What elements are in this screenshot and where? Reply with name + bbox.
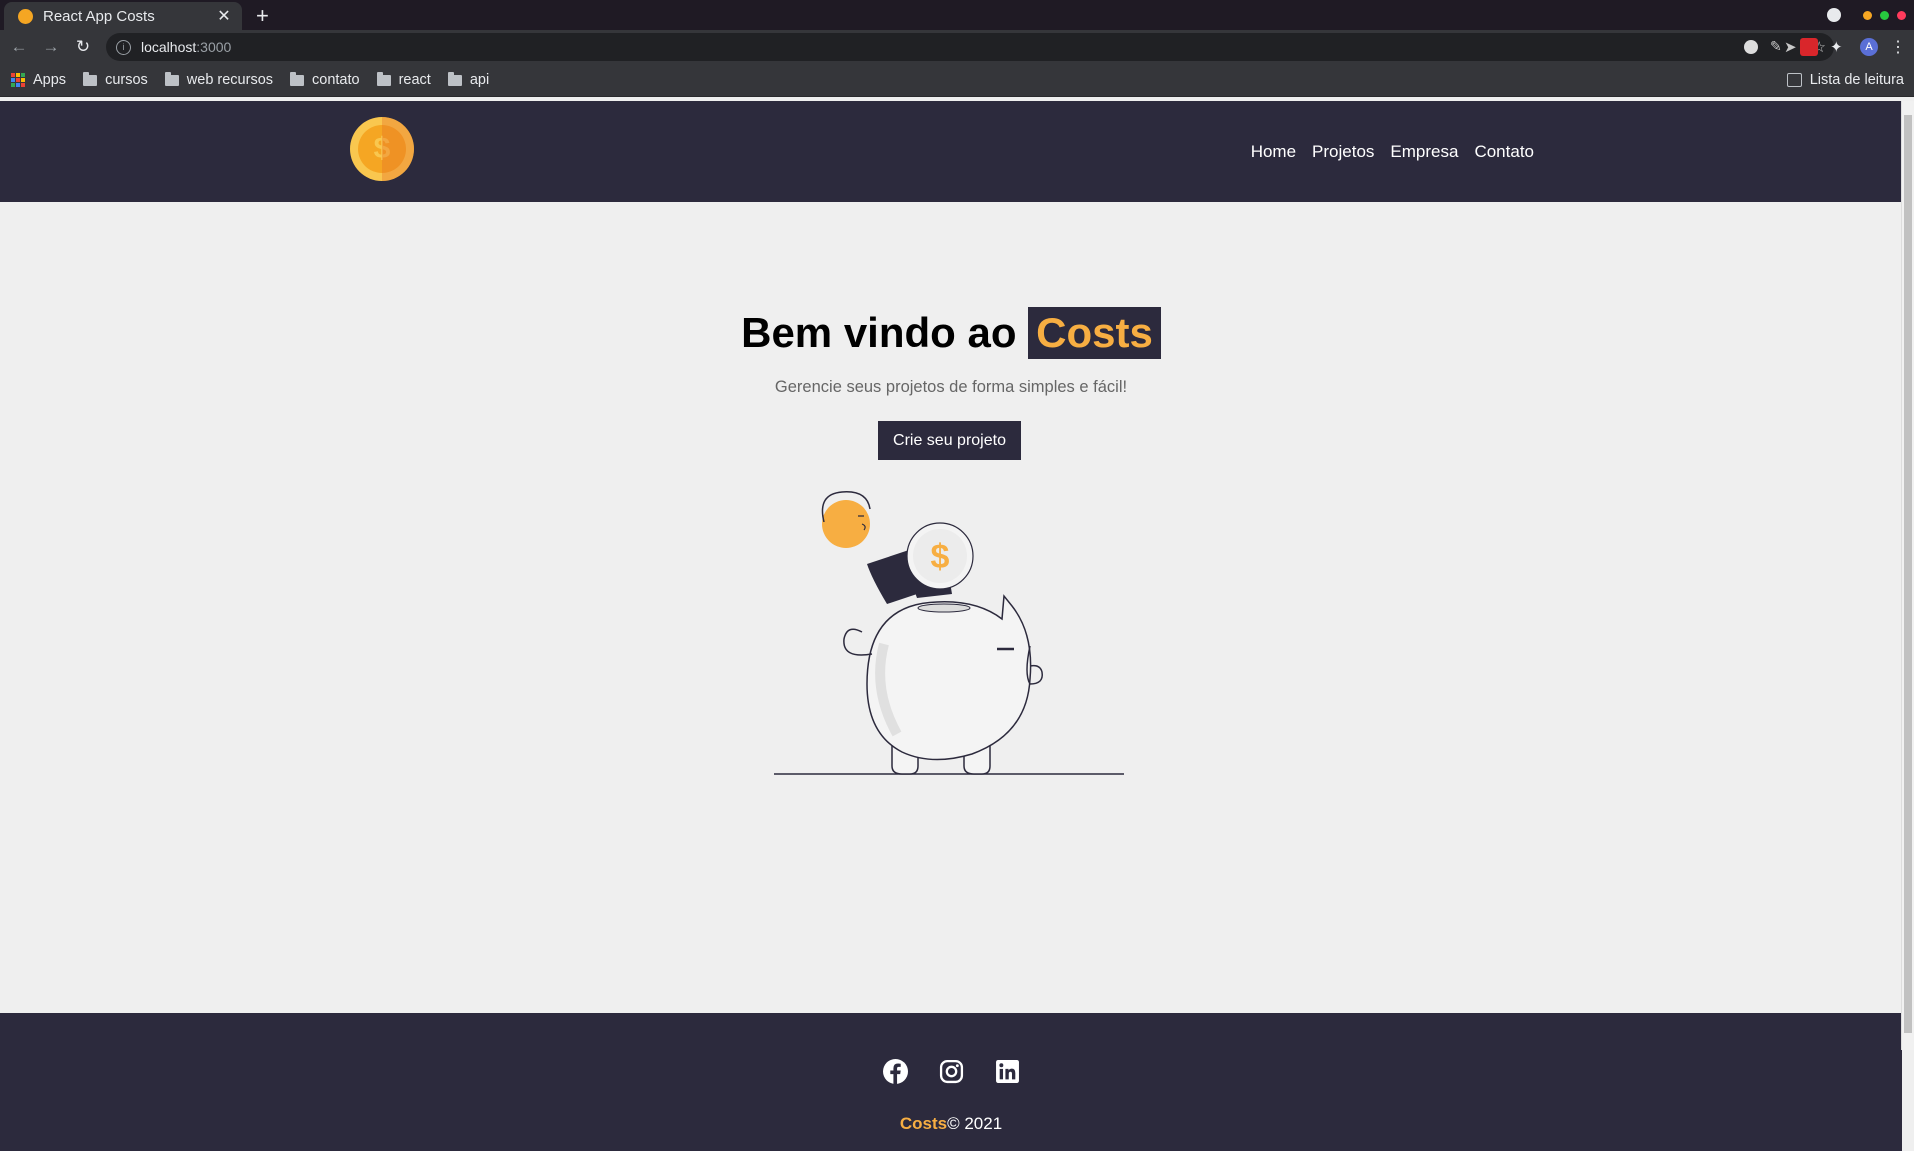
- close-tab-icon[interactable]: ✕: [216, 6, 232, 26]
- window-controls: [1827, 8, 1906, 22]
- reading-list-label: Lista de leitura: [1809, 72, 1904, 88]
- bookmark-web-recursos[interactable]: web recursos: [164, 71, 274, 88]
- folder-icon: [83, 71, 98, 86]
- site-header: $ Home Projetos Empresa Contato: [0, 101, 1902, 202]
- bookmark-label: api: [469, 72, 490, 88]
- folder-icon: [290, 71, 305, 86]
- site-footer: Costs© 2021: [0, 1013, 1902, 1151]
- bookmarks-bar: Apps cursos web recursos contato react a…: [0, 64, 1914, 97]
- close-window-icon[interactable]: [1897, 10, 1906, 20]
- bookmark-label: Apps: [33, 72, 67, 88]
- bookmark-cursos[interactable]: cursos: [83, 71, 148, 88]
- new-tab-button[interactable]: +: [256, 3, 269, 29]
- main-nav: Home Projetos Empresa Contato: [1251, 101, 1534, 202]
- bookmark-label: react: [398, 72, 431, 88]
- reload-icon[interactable]: ↻: [67, 37, 99, 57]
- instagram-icon[interactable]: [939, 1059, 964, 1084]
- create-project-button[interactable]: Crie seu projeto: [878, 421, 1021, 460]
- dollar-coin-icon: $: [358, 125, 406, 173]
- address-bar[interactable]: i localhost:3000 ➤ ☆: [106, 33, 1834, 61]
- url-host: localhost: [141, 39, 197, 55]
- page-content: $ Home Projetos Empresa Contato Bem vind…: [0, 101, 1902, 1151]
- apps-grid-icon: [11, 73, 25, 87]
- copyright-year: © 2021: [947, 1114, 1003, 1133]
- nav-contato[interactable]: Contato: [1474, 142, 1534, 162]
- piggy-bank-illustration: $: [774, 491, 1124, 775]
- hero-section: Bem vindo ao Costs Gerencie seus projeto…: [0, 202, 1902, 912]
- extension-icon[interactable]: [1744, 40, 1758, 54]
- puzzle-icon[interactable]: ✦: [1830, 38, 1848, 56]
- copyright: Costs© 2021: [0, 1114, 1902, 1134]
- page-title: Bem vindo ao Costs: [0, 307, 1902, 359]
- bookmark-api[interactable]: api: [447, 71, 490, 88]
- bookmark-apps[interactable]: Apps: [11, 72, 66, 88]
- nav-empresa[interactable]: Empresa: [1390, 142, 1458, 162]
- nav-projetos[interactable]: Projetos: [1312, 142, 1374, 162]
- nav-home[interactable]: Home: [1251, 142, 1296, 162]
- reading-list-icon: [1786, 73, 1802, 87]
- forward-icon[interactable]: →: [35, 37, 67, 57]
- title-brand: Costs: [1028, 307, 1161, 359]
- hero-subtitle: Gerencie seus projetos de forma simples …: [774, 378, 1128, 396]
- favicon-icon: [18, 8, 33, 24]
- bookmark-react[interactable]: react: [376, 71, 431, 88]
- red-extension-icon[interactable]: [1800, 38, 1818, 56]
- profile-avatar[interactable]: A: [1860, 38, 1878, 56]
- reading-list-button[interactable]: Lista de leitura: [1786, 72, 1904, 88]
- social-links: [0, 1059, 1902, 1084]
- bookmark-label: web recursos: [186, 72, 274, 88]
- facebook-icon[interactable]: [882, 1059, 908, 1084]
- browser-tab[interactable]: React App Costs ✕: [4, 2, 242, 30]
- maximize-icon[interactable]: [1880, 10, 1889, 20]
- folder-icon: [164, 71, 179, 86]
- menu-kebab-icon[interactable]: ⋮: [1890, 37, 1906, 57]
- pen-extension-icon[interactable]: ✎: [1770, 38, 1788, 56]
- bookmark-contato[interactable]: contato: [290, 71, 360, 88]
- site-info-icon[interactable]: i: [116, 39, 131, 55]
- folder-icon: [376, 71, 391, 86]
- browser-toolbar: ← → ↻ i localhost:3000 ➤ ☆ ✎ ✦ A ⋮: [0, 30, 1914, 64]
- bookmark-label: contato: [312, 72, 360, 88]
- url-port: :3000: [196, 39, 232, 55]
- linkedin-icon[interactable]: [995, 1059, 1020, 1084]
- tab-search-icon[interactable]: [1827, 8, 1841, 22]
- tab-title: React App Costs: [43, 7, 155, 25]
- back-icon[interactable]: ←: [3, 37, 35, 57]
- page-scrollbar[interactable]: [1901, 101, 1914, 1050]
- footer-brand: Costs: [899, 1114, 948, 1133]
- title-prefix: Bem vindo ao: [741, 309, 1017, 356]
- folder-icon: [447, 71, 462, 86]
- scrollbar-thumb[interactable]: [1904, 115, 1912, 1033]
- minimize-icon[interactable]: [1863, 10, 1872, 20]
- costs-logo[interactable]: $: [350, 117, 414, 181]
- svg-text:$: $: [931, 538, 950, 576]
- browser-tabbar: React App Costs ✕ +: [0, 0, 1914, 30]
- bookmark-label: cursos: [105, 72, 148, 88]
